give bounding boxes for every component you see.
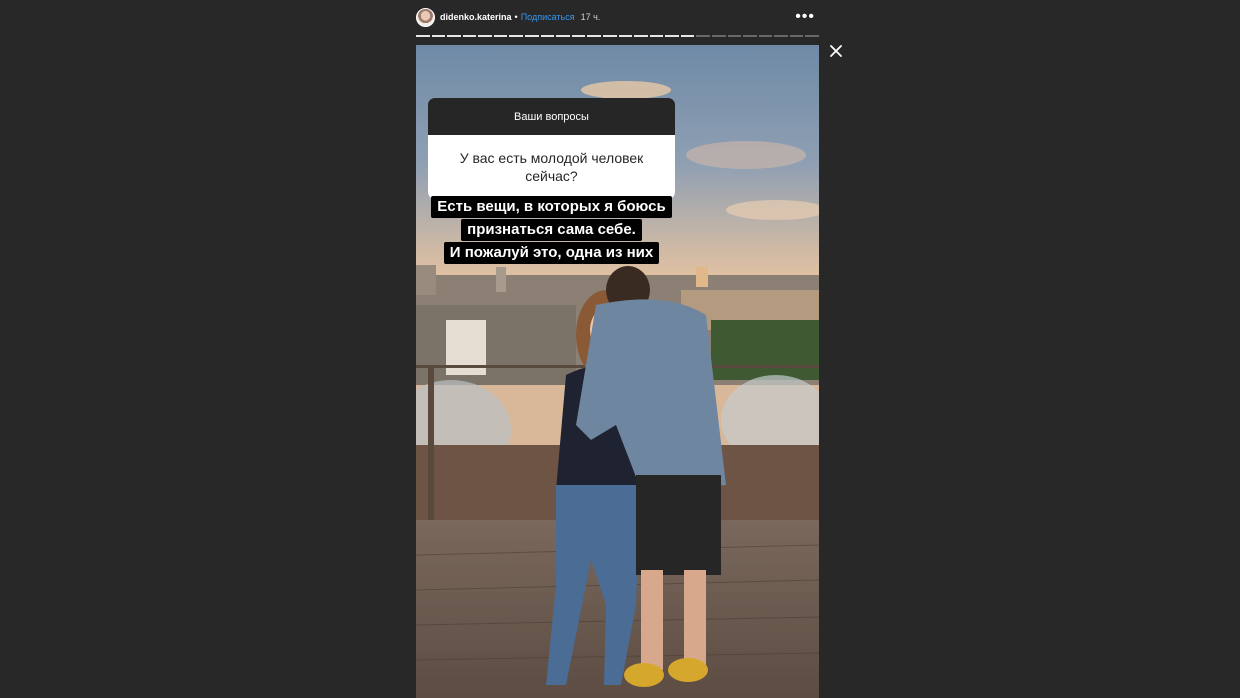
progress-segment bbox=[587, 35, 601, 37]
progress-segment bbox=[525, 35, 539, 37]
close-icon[interactable] bbox=[827, 42, 845, 60]
progress-segment bbox=[431, 35, 446, 37]
progress-segment bbox=[774, 35, 788, 37]
question-text: У вас есть молодой человек сейчас? bbox=[428, 135, 675, 199]
avatar[interactable] bbox=[416, 7, 435, 27]
progress-segment bbox=[447, 35, 461, 37]
more-dots-icon[interactable]: ••• bbox=[795, 9, 815, 25]
story-progress-bar bbox=[416, 35, 820, 37]
progress-segment bbox=[711, 35, 726, 37]
story-media[interactable]: Ваши вопросы У вас есть молодой человек … bbox=[416, 45, 819, 698]
progress-segment bbox=[727, 35, 742, 37]
story-header: didenko.katerina • Подписаться 17 ч. ••• bbox=[416, 6, 819, 28]
progress-segment bbox=[789, 35, 804, 37]
progress-segment bbox=[556, 35, 570, 37]
username-link[interactable]: didenko.katerina bbox=[440, 12, 512, 22]
progress-segment bbox=[758, 35, 773, 37]
question-sticker[interactable]: Ваши вопросы У вас есть молодой человек … bbox=[428, 98, 675, 199]
answer-line: признаться сама себе. bbox=[461, 219, 642, 241]
separator-dot: • bbox=[514, 12, 518, 22]
answer-caption: Есть вещи, в которых я боюсь признаться … bbox=[416, 196, 687, 265]
follow-button[interactable]: Подписаться bbox=[521, 12, 575, 22]
progress-segment bbox=[696, 35, 710, 37]
progress-segment bbox=[665, 35, 679, 37]
progress-segment bbox=[602, 35, 617, 37]
progress-segment bbox=[634, 35, 648, 37]
progress-segment bbox=[805, 35, 820, 37]
question-sticker-title: Ваши вопросы bbox=[428, 98, 675, 135]
progress-segment bbox=[618, 35, 633, 37]
progress-segment bbox=[416, 35, 430, 37]
progress-segment bbox=[571, 35, 586, 37]
progress-segment bbox=[478, 35, 492, 37]
progress-segment bbox=[462, 35, 477, 37]
progress-segment bbox=[493, 35, 508, 37]
progress-segment bbox=[743, 35, 757, 37]
progress-segment bbox=[509, 35, 524, 37]
progress-segment bbox=[540, 35, 555, 37]
progress-segment bbox=[649, 35, 664, 37]
answer-line: Есть вещи, в которых я боюсь bbox=[431, 196, 672, 218]
answer-line: И пожалуй это, одна из них bbox=[443, 242, 660, 264]
timestamp: 17 ч. bbox=[580, 12, 601, 22]
progress-segment bbox=[680, 35, 695, 37]
